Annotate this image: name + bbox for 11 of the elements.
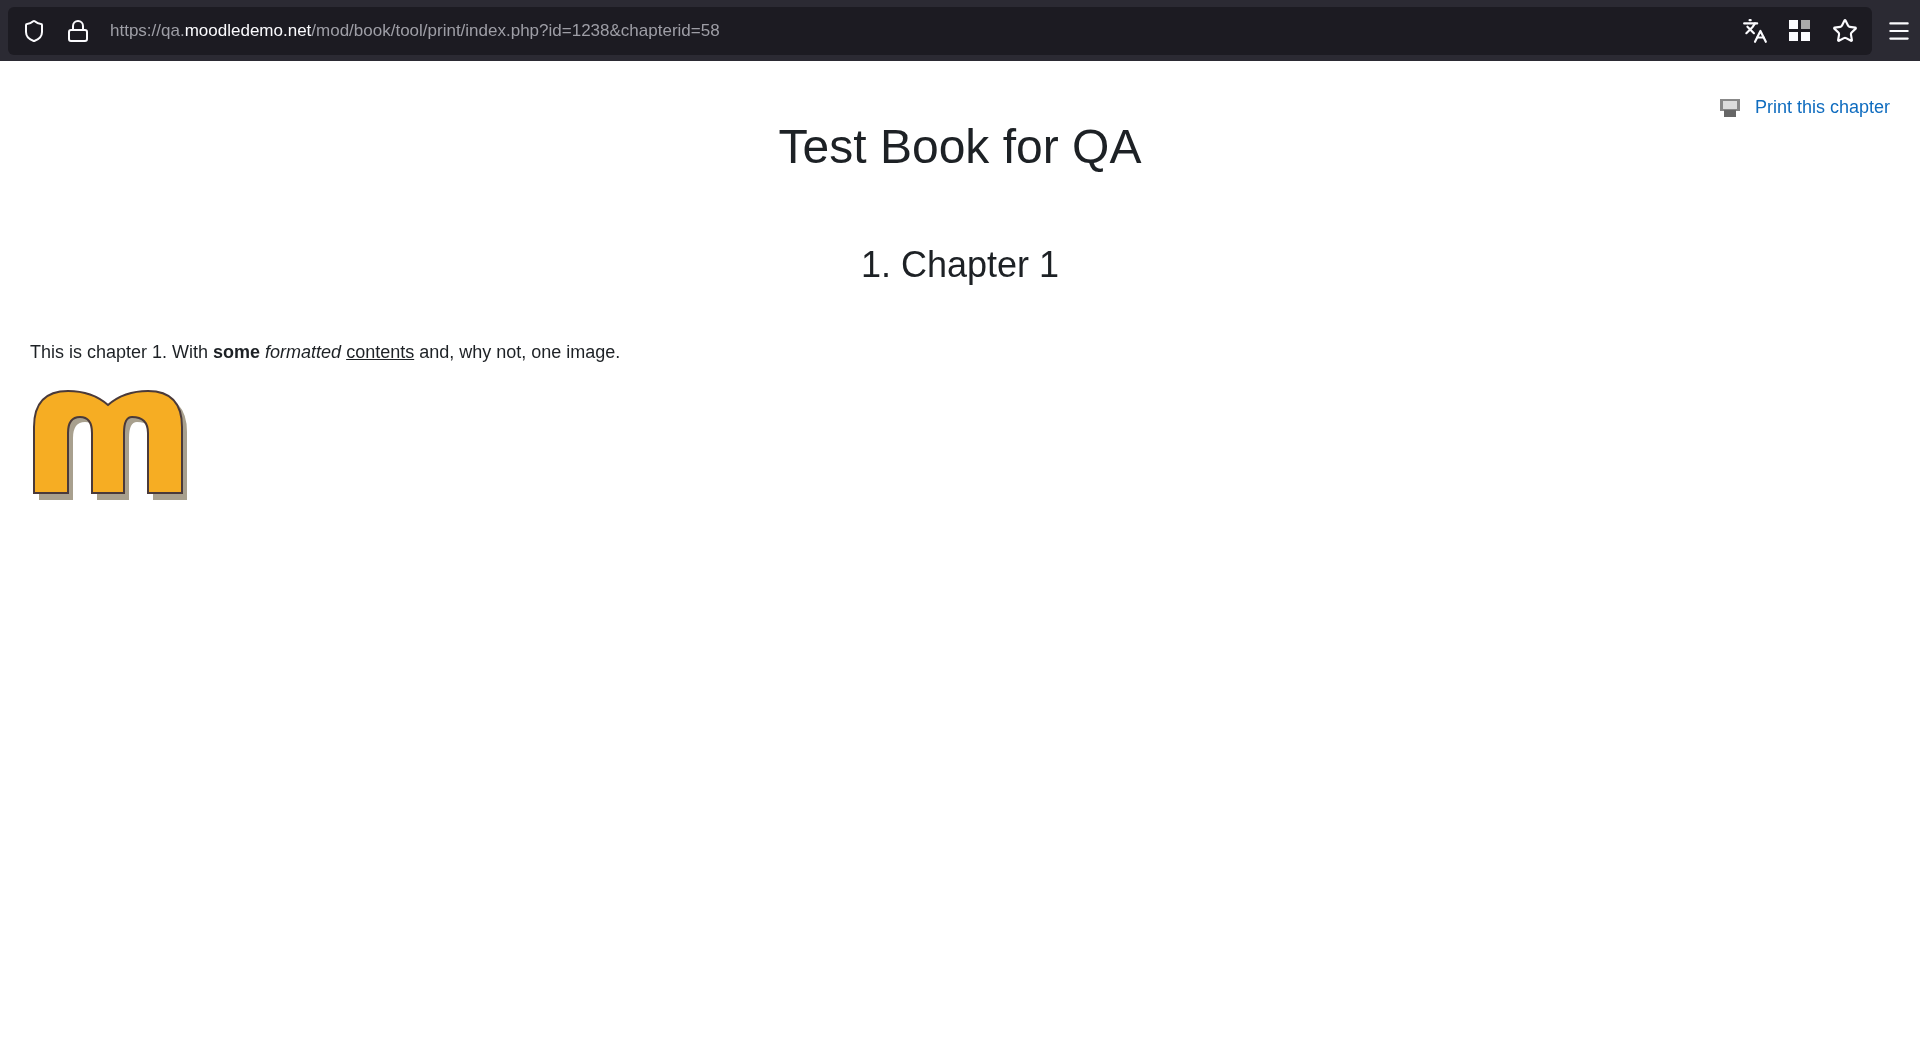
chapter-title: 1. Chapter 1 [859,243,1061,286]
star-icon[interactable] [1832,17,1858,44]
translate-icon[interactable] [1742,17,1768,44]
printer-icon [1718,97,1741,118]
grid-icon[interactable] [1788,18,1812,43]
book-title: Test Book for QA [777,119,1143,175]
shield-icon[interactable] [22,18,46,43]
print-chapter-link[interactable]: Print this chapter [1718,97,1890,118]
url-field[interactable]: https://qa.moodledemo.net/mod/book/tool/print/index.php?id=1238&chapterid=58 [110,20,720,41]
chapter-paragraph: This is chapter 1. With some formatted contents and, why not, one image. [30,341,622,363]
lock-icon[interactable] [66,18,90,43]
